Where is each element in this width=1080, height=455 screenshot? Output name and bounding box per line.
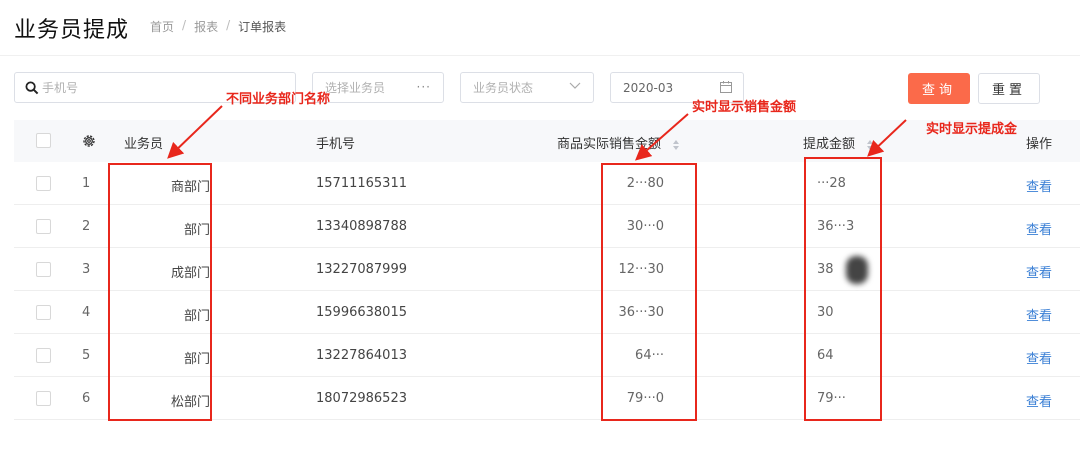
col-phone: 手机号 bbox=[316, 137, 356, 152]
row-checkbox[interactable] bbox=[36, 348, 51, 363]
sort-icon[interactable] bbox=[867, 139, 874, 150]
filter-bar: 手机号 选择业务员 ··· 业务员状态 2020-03 查询 重置 bbox=[0, 72, 1080, 106]
view-link[interactable]: 查看 bbox=[1026, 305, 1052, 324]
col-commission-label: 提成金额 bbox=[803, 137, 856, 152]
row-index: 4 bbox=[82, 305, 91, 320]
page-title: 业务员提成 bbox=[14, 18, 130, 43]
view-link[interactable]: 查看 bbox=[1026, 262, 1052, 281]
row-index: 6 bbox=[82, 391, 91, 406]
department-highlight-box bbox=[108, 163, 212, 421]
search-placeholder: 手机号 bbox=[42, 81, 79, 95]
query-button[interactable]: 查询 bbox=[908, 73, 970, 104]
select-all-checkbox[interactable] bbox=[36, 133, 51, 148]
phone-number: 15996638015 bbox=[316, 305, 407, 320]
commission-annotation: 实时显示提成金 bbox=[926, 122, 1018, 137]
row-checkbox[interactable] bbox=[36, 391, 51, 406]
row-checkbox[interactable] bbox=[36, 262, 51, 277]
phone-number: 13340898788 bbox=[316, 219, 407, 234]
view-link[interactable]: 查看 bbox=[1026, 391, 1052, 410]
breadcrumb-home[interactable]: 首页 bbox=[150, 18, 174, 35]
chevron-down-icon bbox=[569, 82, 581, 89]
search-icon bbox=[25, 81, 39, 94]
department-annotation: 不同业务部门名称 bbox=[226, 92, 331, 107]
row-checkbox[interactable] bbox=[36, 219, 51, 234]
agent-select[interactable]: 选择业务员 ··· bbox=[312, 72, 444, 103]
view-link[interactable]: 查看 bbox=[1026, 348, 1052, 367]
table-header: 业务员 手机号 商品实际销售金额 提成金额 操作 bbox=[14, 120, 1080, 162]
sales-annotation: 实时显示销售金额 bbox=[692, 100, 797, 115]
row-index: 2 bbox=[82, 219, 91, 234]
row-checkbox[interactable] bbox=[36, 176, 51, 191]
breadcrumb-reports[interactable]: 报表 bbox=[194, 18, 218, 35]
col-action: 操作 bbox=[1026, 137, 1053, 152]
breadcrumb: 首页 / 报表 / 订单报表 bbox=[150, 18, 286, 35]
row-index: 5 bbox=[82, 348, 91, 363]
phone-number: 13227864013 bbox=[316, 348, 407, 363]
phone-number: 15711165311 bbox=[316, 176, 407, 191]
row-index: 1 bbox=[82, 176, 91, 191]
status-select-placeholder: 业务员状态 bbox=[473, 81, 534, 95]
sales-highlight-box bbox=[601, 163, 697, 421]
breadcrumb-separator: / bbox=[182, 18, 187, 32]
agent-select-placeholder: 选择业务员 bbox=[325, 81, 386, 95]
month-value: 2020-03 bbox=[623, 80, 674, 95]
row-checkbox[interactable] bbox=[36, 305, 51, 320]
col-sales-label: 商品实际销售金额 bbox=[557, 137, 662, 152]
commission-highlight-box bbox=[804, 157, 882, 421]
breadcrumb-separator: / bbox=[226, 18, 231, 32]
more-dots-icon: ··· bbox=[416, 80, 431, 94]
reset-button[interactable]: 重置 bbox=[978, 73, 1040, 104]
status-select[interactable]: 业务员状态 bbox=[460, 72, 594, 103]
col-commission[interactable]: 提成金额 bbox=[803, 133, 874, 152]
row-index: 3 bbox=[82, 262, 91, 277]
col-sales[interactable]: 商品实际销售金额 bbox=[557, 133, 680, 152]
gear-icon[interactable] bbox=[81, 133, 97, 149]
view-link[interactable]: 查看 bbox=[1026, 219, 1052, 238]
sort-icon[interactable] bbox=[673, 139, 680, 150]
calendar-icon bbox=[720, 81, 732, 93]
page-header: 业务员提成 首页 / 报表 / 订单报表 bbox=[0, 0, 1080, 56]
phone-number: 18072986523 bbox=[316, 391, 407, 406]
col-agent: 业务员 bbox=[124, 137, 164, 152]
view-link[interactable]: 查看 bbox=[1026, 176, 1052, 195]
breadcrumb-current: 订单报表 bbox=[238, 20, 287, 34]
phone-number: 13227087999 bbox=[316, 262, 407, 277]
